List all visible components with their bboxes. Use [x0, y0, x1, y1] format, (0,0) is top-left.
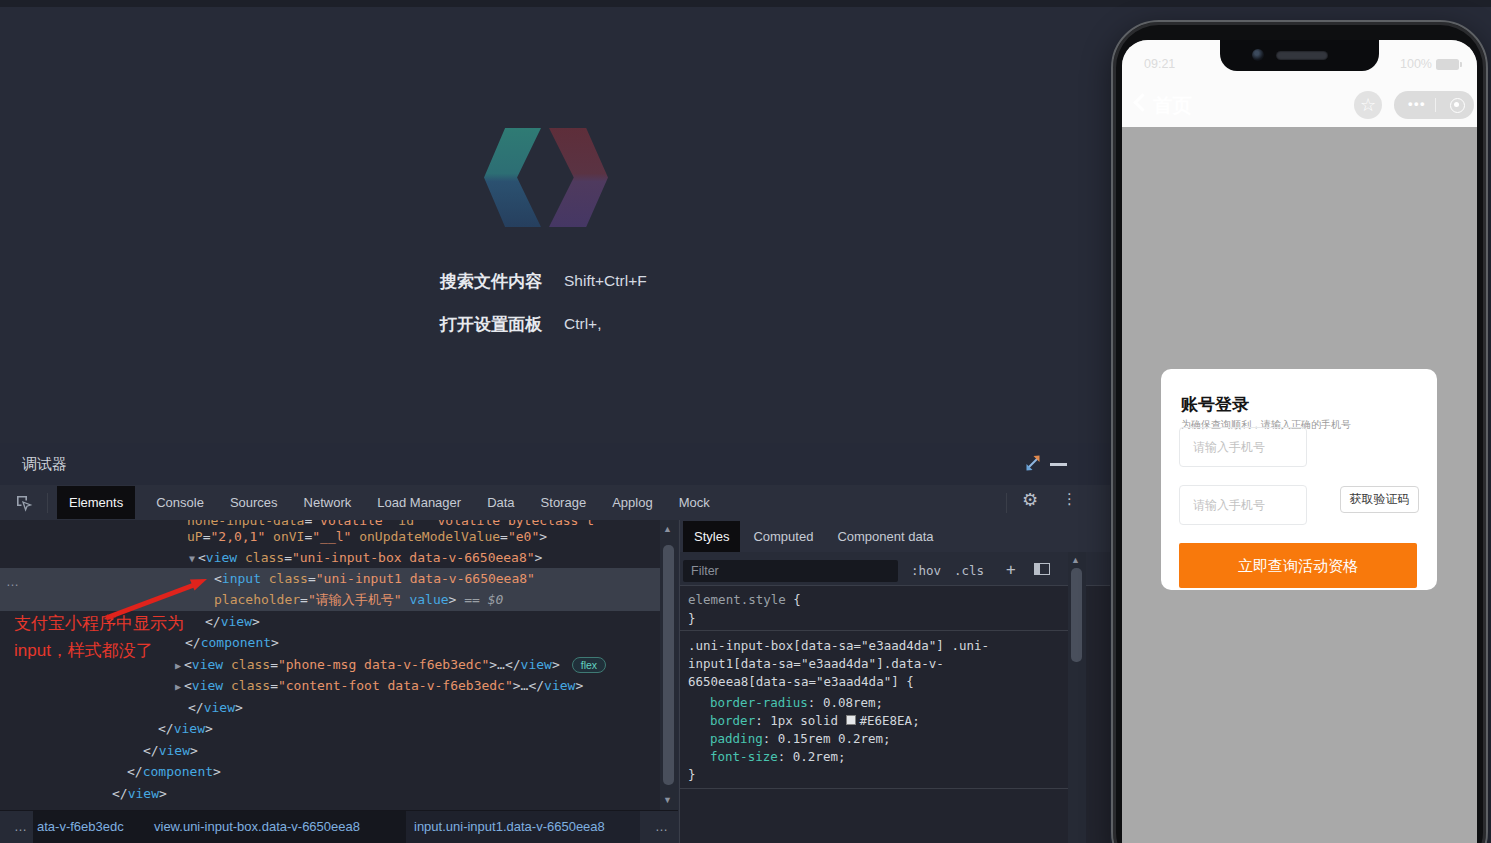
- phone-notch: [1220, 40, 1379, 71]
- status-time: 09:21: [1144, 57, 1175, 71]
- code-input[interactable]: 请输入手机号: [1179, 485, 1307, 525]
- dock-panel-icon[interactable]: [1034, 563, 1050, 575]
- login-card: 账号登录 为确保查询顺利，请输入正确的手机号 请输入手机号 请输入手机号 获取验…: [1161, 369, 1437, 590]
- tab-load-manager[interactable]: Load Manager: [377, 495, 461, 510]
- expand-icon[interactable]: [1024, 454, 1042, 472]
- capsule-divider: [1435, 98, 1436, 112]
- tab-network[interactable]: Network: [304, 495, 352, 510]
- breadcrumb-item[interactable]: ata-v-f6eb3edc: [37, 810, 124, 843]
- element-style-close: }: [688, 610, 696, 628]
- phone-screen: 09:21 100% 首页 ☆ ••• 账号登录 为确保查询顺利，请输入正确的手…: [1122, 40, 1477, 843]
- miniapp-capsule: •••: [1394, 91, 1474, 119]
- settings-gear-icon[interactable]: ⚙: [1022, 489, 1038, 511]
- minimize-icon[interactable]: [1050, 463, 1067, 466]
- code-line[interactable]: ▶<view class="content-foot data-v-f6eb3e…: [175, 675, 583, 697]
- battery-icon: [1436, 59, 1459, 70]
- screenshot-root: 搜索文件内容 Shift+Ctrl+F 打开设置面板 Ctrl+, 调试器 El…: [0, 0, 1491, 843]
- styles-filter-input[interactable]: Filter: [683, 560, 898, 582]
- breadcrumb-overflow-right[interactable]: …: [655, 810, 669, 843]
- styles-tabbar: Styles Computed Component data: [680, 520, 1110, 552]
- close-target-icon[interactable]: [1450, 98, 1465, 113]
- speaker-icon: [1276, 51, 1328, 60]
- breadcrumb-overflow-left[interactable]: …: [14, 810, 28, 843]
- red-arrow: [0, 0, 260, 660]
- scroll-up-icon[interactable]: ▲: [1071, 555, 1080, 565]
- scroll-down-icon[interactable]: ▼: [663, 795, 672, 805]
- css-selector-line[interactable]: input1[data-sa="e3aad4da"].data-v-: [688, 655, 944, 673]
- breadcrumb-item[interactable]: view.uni-input-box.data-v-6650eea8: [154, 810, 360, 843]
- tab-computed[interactable]: Computed: [753, 529, 813, 544]
- code-line[interactable]: </view>: [112, 783, 167, 805]
- pseudo-hov-toggle[interactable]: :hov: [911, 563, 941, 578]
- tab-component-data[interactable]: Component data: [837, 529, 933, 544]
- get-code-button[interactable]: 获取验证码: [1340, 486, 1419, 513]
- shortcut-search-label: 搜索文件内容: [440, 270, 542, 293]
- more-options-icon[interactable]: ⋮: [1062, 490, 1077, 508]
- css-property[interactable]: border-radius: 0.08rem;: [710, 694, 883, 712]
- css-property[interactable]: padding: 0.15rem 0.2rem;: [710, 730, 891, 748]
- tab-styles[interactable]: Styles: [683, 521, 740, 552]
- code-line[interactable]: </component>: [127, 761, 221, 783]
- tab-mock[interactable]: Mock: [679, 495, 710, 510]
- styles-divider: [680, 630, 1068, 631]
- breadcrumb-item-selected[interactable]: input.uni-input1.data-v-6650eea8: [414, 810, 605, 843]
- scroll-up-icon[interactable]: ▲: [663, 524, 672, 534]
- element-style-open[interactable]: element.style {: [688, 591, 801, 609]
- tab-applog[interactable]: Applog: [612, 495, 652, 510]
- submit-button[interactable]: 立即查询活动资格: [1179, 543, 1417, 588]
- camera-icon: [1252, 49, 1264, 61]
- css-selector-line[interactable]: 6650eea8[data-sa="e3aad4da"] {: [688, 673, 914, 691]
- elements-scrollbar-thumb[interactable]: [663, 545, 674, 785]
- shortcut-search-keys: Shift+Ctrl+F: [564, 272, 647, 290]
- css-property[interactable]: border: 1px solid #E6E8EA;: [710, 712, 920, 730]
- phone-number-input[interactable]: 请输入手机号: [1179, 427, 1307, 467]
- more-menu-icon[interactable]: •••: [1403, 91, 1431, 117]
- code-line-selected[interactable]: <input class="uni-input1 data-v-6650eea8…: [214, 568, 535, 590]
- code-line[interactable]: </view>: [143, 740, 198, 762]
- shortcut-settings-keys: Ctrl+,: [564, 315, 601, 333]
- shortcut-settings-label: 打开设置面板: [440, 313, 542, 336]
- code-line[interactable]: </view>: [188, 697, 243, 719]
- battery-percent: 100%: [1400, 57, 1432, 71]
- tab-storage[interactable]: Storage: [541, 495, 587, 510]
- tab-data[interactable]: Data: [487, 495, 514, 510]
- css-property[interactable]: font-size: 0.2rem;: [710, 748, 845, 766]
- css-selector-line[interactable]: .uni-input-box[data-sa="e3aad4da"] .uni-: [688, 637, 989, 655]
- styles-divider: [680, 788, 1068, 789]
- hbuilderx-logo-right-bracket: [549, 128, 608, 227]
- code-line[interactable]: </view>: [158, 718, 213, 740]
- cls-toggle[interactable]: .cls: [954, 563, 984, 578]
- tabbar-right-divider: [1006, 493, 1007, 513]
- flex-badge[interactable]: flex: [572, 657, 606, 673]
- nav-title[interactable]: 首页: [1153, 92, 1192, 119]
- styles-scrollbar-thumb[interactable]: [1071, 568, 1082, 662]
- login-title: 账号登录: [1181, 393, 1249, 416]
- new-style-rule-icon[interactable]: +: [1006, 560, 1016, 579]
- favorite-star-button[interactable]: ☆: [1354, 91, 1382, 119]
- hbuilderx-logo-left-bracket: [484, 128, 541, 227]
- css-rule-close: }: [688, 766, 696, 784]
